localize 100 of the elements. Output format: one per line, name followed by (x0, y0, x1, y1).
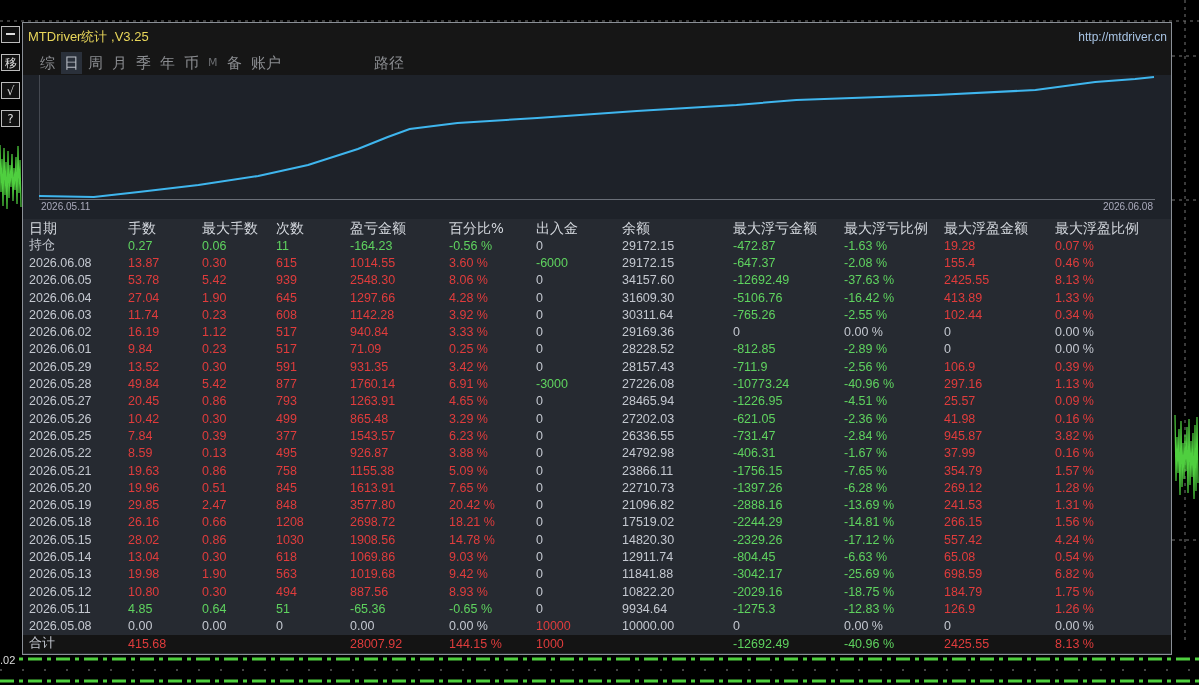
side-button[interactable]: ? (1, 110, 20, 127)
table-cell-text: 1030 (276, 532, 305, 547)
table-cell-text: 2548.30 (350, 273, 397, 288)
table-cell-text: 3.92 % (449, 307, 489, 322)
table-cell-text: 1208 (276, 515, 305, 530)
tab[interactable]: 季 (133, 51, 154, 74)
tab[interactable]: 币 (181, 51, 202, 74)
table-cell-text: -1275.3 (733, 601, 777, 616)
table-cell-text: 4.85 (128, 601, 154, 616)
table-cell-text: 0.00 % (844, 325, 884, 340)
table-cell-text: 31609.30 (622, 290, 676, 305)
tab[interactable]: 备 (223, 51, 245, 74)
side-button[interactable]: 移 (1, 54, 20, 71)
table-cell-text: 931.35 (350, 359, 390, 374)
table-cell-text: 41.98 (944, 411, 977, 426)
column-header: 最大浮盈金额 (944, 220, 1029, 238)
table-cell-text: 0 (536, 550, 544, 564)
table-cell-text: 14820.30 (622, 532, 676, 547)
table-cell-text: 0.00 (128, 619, 154, 634)
table-cell-text: 698.59 (944, 567, 984, 582)
table-cell-text: 1297.66 (350, 290, 397, 305)
table-cell-text: 0 (536, 532, 544, 547)
table-cell-text: 1142.28 (350, 307, 396, 322)
table-cell-text: 0.30 (202, 550, 228, 564)
table-cell-text: 1613.91 (350, 480, 397, 495)
table-cell-text: 0.00 % (1055, 325, 1095, 340)
table-cell-text: 0.16 % (1055, 446, 1095, 461)
table-cell-text: 1263.91 (350, 394, 397, 409)
table-cell-text: 3.60 % (449, 255, 489, 270)
table-cell-text: 0.30 (202, 359, 228, 374)
table-cell-text: 0.00 % (1055, 342, 1095, 357)
tab[interactable]: 日 (61, 51, 82, 74)
table-cell-text: 17519.02 (622, 515, 676, 530)
table-cell-text: 0 (536, 325, 544, 340)
table-cell-text: 1019.68 (350, 567, 397, 582)
table-cell-text: 155.4 (944, 255, 977, 270)
website-link[interactable]: http://mtdriver.cn (1078, 29, 1167, 44)
table-cell-text: 22710.73 (622, 480, 676, 495)
table-cell-text: 0 (536, 515, 544, 530)
table-cell-text: 0.39 (202, 428, 228, 443)
table-cell-text: 945.87 (944, 428, 984, 443)
table-cell-text: -1226.95 (733, 394, 784, 409)
table-cell-text: 3.29 % (449, 411, 489, 426)
table-cell-text: 499 (276, 411, 298, 426)
table-cell-text: 0 (536, 446, 544, 461)
table-cell-text: 2026.06.02 (29, 325, 93, 340)
tab[interactable]: 账户 (247, 51, 284, 74)
tab[interactable]: 年 (157, 51, 178, 74)
table-cell-text: 0.46 % (1055, 255, 1095, 270)
table-cell-text: 8.13 % (1055, 273, 1095, 288)
tab[interactable]: 周 (85, 51, 106, 74)
table-cell-text: 28228.52 (622, 342, 676, 357)
table-cell-text: 9.84 (128, 342, 154, 357)
side-button[interactable]: √ (1, 82, 20, 99)
table-cell-text: -10773.24 (733, 377, 791, 391)
tab[interactable]: 综 (37, 51, 58, 74)
tab[interactable]: 月 (109, 51, 130, 74)
table-cell-text: 184.79 (944, 584, 984, 599)
table-cell-text: 2026.05.27 (29, 394, 93, 409)
table-cell-text: 0.39 % (1055, 359, 1095, 374)
table-cell-text: 2026.05.21 (29, 463, 93, 478)
table-cell-text: 8.13 % (1055, 636, 1095, 651)
table-cell-text: -14.81 % (844, 515, 896, 530)
minimize-button[interactable] (1, 26, 20, 43)
table-cell-text: 28007.92 (350, 636, 404, 651)
table-cell-text: -40.96 % (844, 636, 896, 651)
table-cell-text: 2026.05.14 (29, 550, 93, 564)
tab[interactable]: 路径 (370, 51, 407, 74)
table-cell-text: -164.23 (350, 238, 394, 253)
axis-label: 2026.06.08 (1102, 201, 1153, 212)
column-header: 最大浮亏金额 (733, 220, 818, 238)
table-cell-text: 3.88 % (449, 446, 489, 461)
table-cell-text: 0 (536, 567, 544, 582)
table-cell-text: 18.21 % (449, 515, 496, 530)
table-cell-text: 2026.06.01 (29, 342, 93, 357)
table-cell-text: 2425.55 (944, 273, 991, 288)
table-cell-text: -2029.16 (733, 584, 784, 599)
table-cell-text: 1543.57 (350, 428, 397, 443)
tab[interactable]: M (205, 51, 221, 74)
table-cell-text: 11841.88 (622, 567, 675, 582)
table-cell-text: -4.51 % (844, 394, 889, 409)
table-cell-text: 14.78 % (449, 532, 496, 547)
column-header: 最大手数 (202, 220, 259, 238)
table-cell-text: 3577.80 (350, 498, 397, 513)
table-cell-text: -40.96 % (844, 377, 896, 391)
table-cell-text: 0.06 (202, 238, 228, 253)
table-cell-text: -812.85 (733, 342, 777, 357)
table-cell-text: 845 (276, 480, 298, 495)
table-cell-text: 0.16 % (1055, 411, 1095, 426)
table-cell-text: 19.96 (128, 480, 161, 495)
table-cell-text: 0.86 (202, 394, 228, 409)
table-cell-text: -12.83 % (844, 601, 896, 616)
table-cell-text: 0.00 % (844, 619, 884, 634)
table-cell-text: 0.66 (202, 515, 228, 530)
table-cell-text: 126.9 (944, 601, 977, 616)
table-cell-text: 20.45 (128, 394, 161, 409)
table-cell-text: 1.13 % (1055, 377, 1095, 391)
table-cell-text: 2425.55 (944, 636, 991, 651)
table-cell-text: 27202.03 (622, 411, 676, 426)
table-cell-text: 24792.98 (622, 446, 676, 461)
